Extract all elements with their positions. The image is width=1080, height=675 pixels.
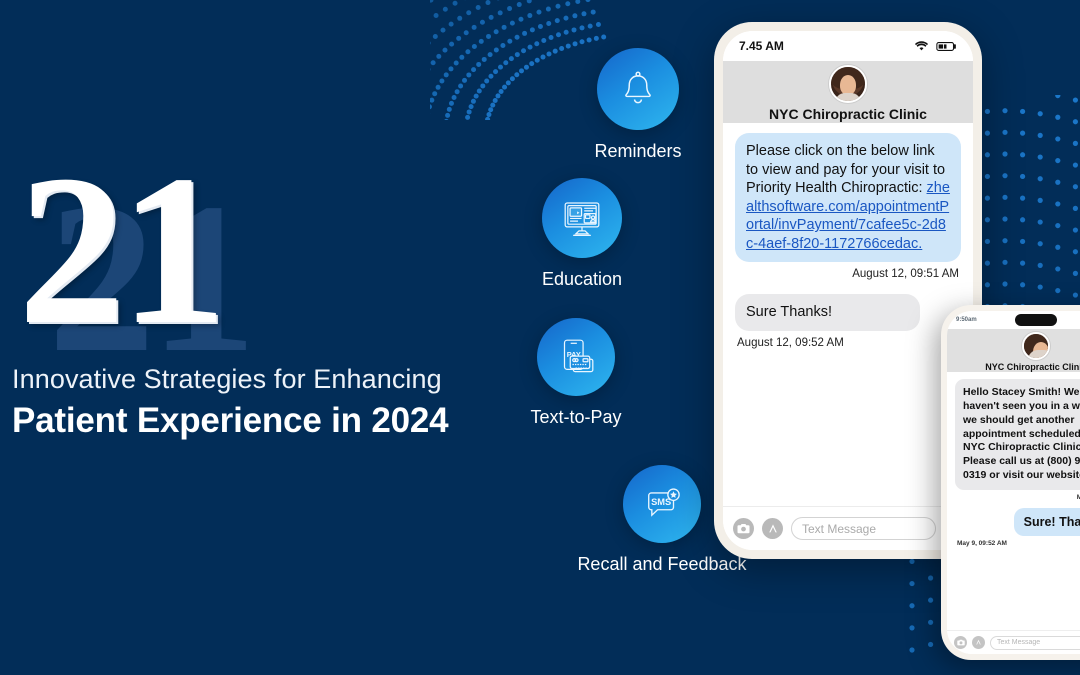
feature-item-reminders[interactable]: Reminders [558, 48, 718, 162]
message-row-outgoing: Sure! Thanks! [955, 508, 1080, 537]
text-message-input[interactable]: Text Message [990, 635, 1080, 650]
message-thread-secondary[interactable]: Hello Stacey Smith! We haven't seen you … [947, 372, 1080, 630]
message-timestamp: August 12, 09:52 AM [737, 336, 844, 349]
feature-icon-circle: SMS [623, 465, 701, 543]
battery-icon [936, 41, 956, 51]
feature-list: Reminders Education PAY Text-to-Pay SMS … [470, 40, 747, 640]
feature-item-text-to-pay[interactable]: PAY Text-to-Pay [496, 318, 656, 428]
message-bubble-incoming: Please click on the below link to view a… [735, 133, 961, 263]
status-bar-secondary: 9:50am [947, 311, 1080, 329]
feature-label-recall-feedback: Recall and Feedback [577, 554, 747, 574]
message-timestamp: May 9, 09:52 AM [957, 540, 1007, 548]
message-input-bar-secondary: Text Message [947, 630, 1080, 654]
feature-item-education[interactable]: Education [502, 178, 662, 290]
phone-mockup-secondary: 9:50am NYC Chiropractic Clinic Hello Sta… [941, 305, 1080, 660]
phone-screen-secondary: 9:50am NYC Chiropractic Clinic Hello Sta… [947, 311, 1080, 654]
svg-text:SMS: SMS [651, 497, 671, 507]
page-title: Patient Experience in 2024 [12, 401, 449, 440]
phone-screen-primary: 7.45 AM NYC Chiropractic Clinic Please c… [723, 31, 973, 550]
hero-number: 21 21 [10, 130, 480, 385]
message-row-outgoing: Sure Thanks! [735, 294, 961, 331]
feature-label-education: Education [541, 269, 623, 289]
notch [1015, 314, 1057, 326]
camera-icon[interactable] [733, 518, 754, 539]
slide-canvas: 21 21 Innovative Strategies for Enhancin… [0, 0, 1080, 675]
message-timestamp: May 9, 09:52 [1076, 494, 1080, 502]
avatar [829, 65, 867, 103]
conversation-header-primary: NYC Chiropractic Clinic [723, 61, 973, 123]
feature-icon-circle [597, 48, 679, 130]
app-store-icon[interactable] [762, 518, 783, 539]
message-bubble-outgoing: Sure Thanks! [735, 294, 920, 331]
hero-number-main: 21 [18, 130, 227, 369]
feature-icon-circle: PAY [537, 318, 615, 396]
contact-name: NYC Chiropractic Clinic [769, 106, 927, 122]
monitor-education-icon [564, 202, 600, 236]
status-time: 9:50am [956, 317, 977, 323]
feature-label-text-to-pay: Text-to-Pay [530, 407, 622, 427]
message-bubble-outgoing: Sure! Thanks! [1013, 508, 1080, 537]
wifi-icon [914, 41, 929, 51]
message-input-bar-primary: Text Message [723, 506, 973, 550]
avatar [1022, 332, 1050, 360]
sms-star-icon: SMS [648, 488, 680, 517]
feature-icon-circle [542, 178, 622, 258]
contact-name: NYC Chiropractic Clinic [985, 362, 1080, 372]
status-bar-primary: 7.45 AM [723, 31, 973, 61]
status-time: 7.45 AM [739, 39, 784, 53]
phone-pay-card-icon: PAY [563, 339, 594, 373]
message-thread-primary[interactable]: Please click on the below link to view a… [723, 123, 973, 506]
bell-icon [625, 71, 651, 104]
message-bubble-incoming: Hello Stacey Smith! We haven't seen you … [955, 379, 1080, 491]
message-text: Please click on the below link to view a… [746, 143, 946, 197]
conversation-header-secondary: NYC Chiropractic Clinic [947, 329, 1080, 372]
text-message-input[interactable]: Text Message [791, 517, 936, 540]
app-store-icon[interactable] [972, 636, 985, 649]
feature-label-reminders: Reminders [594, 141, 682, 161]
camera-icon[interactable] [954, 636, 967, 649]
message-timestamp: August 12, 09:51 AM [852, 268, 959, 281]
hero-block: 21 21 Innovative Strategies for Enhancin… [10, 130, 480, 441]
